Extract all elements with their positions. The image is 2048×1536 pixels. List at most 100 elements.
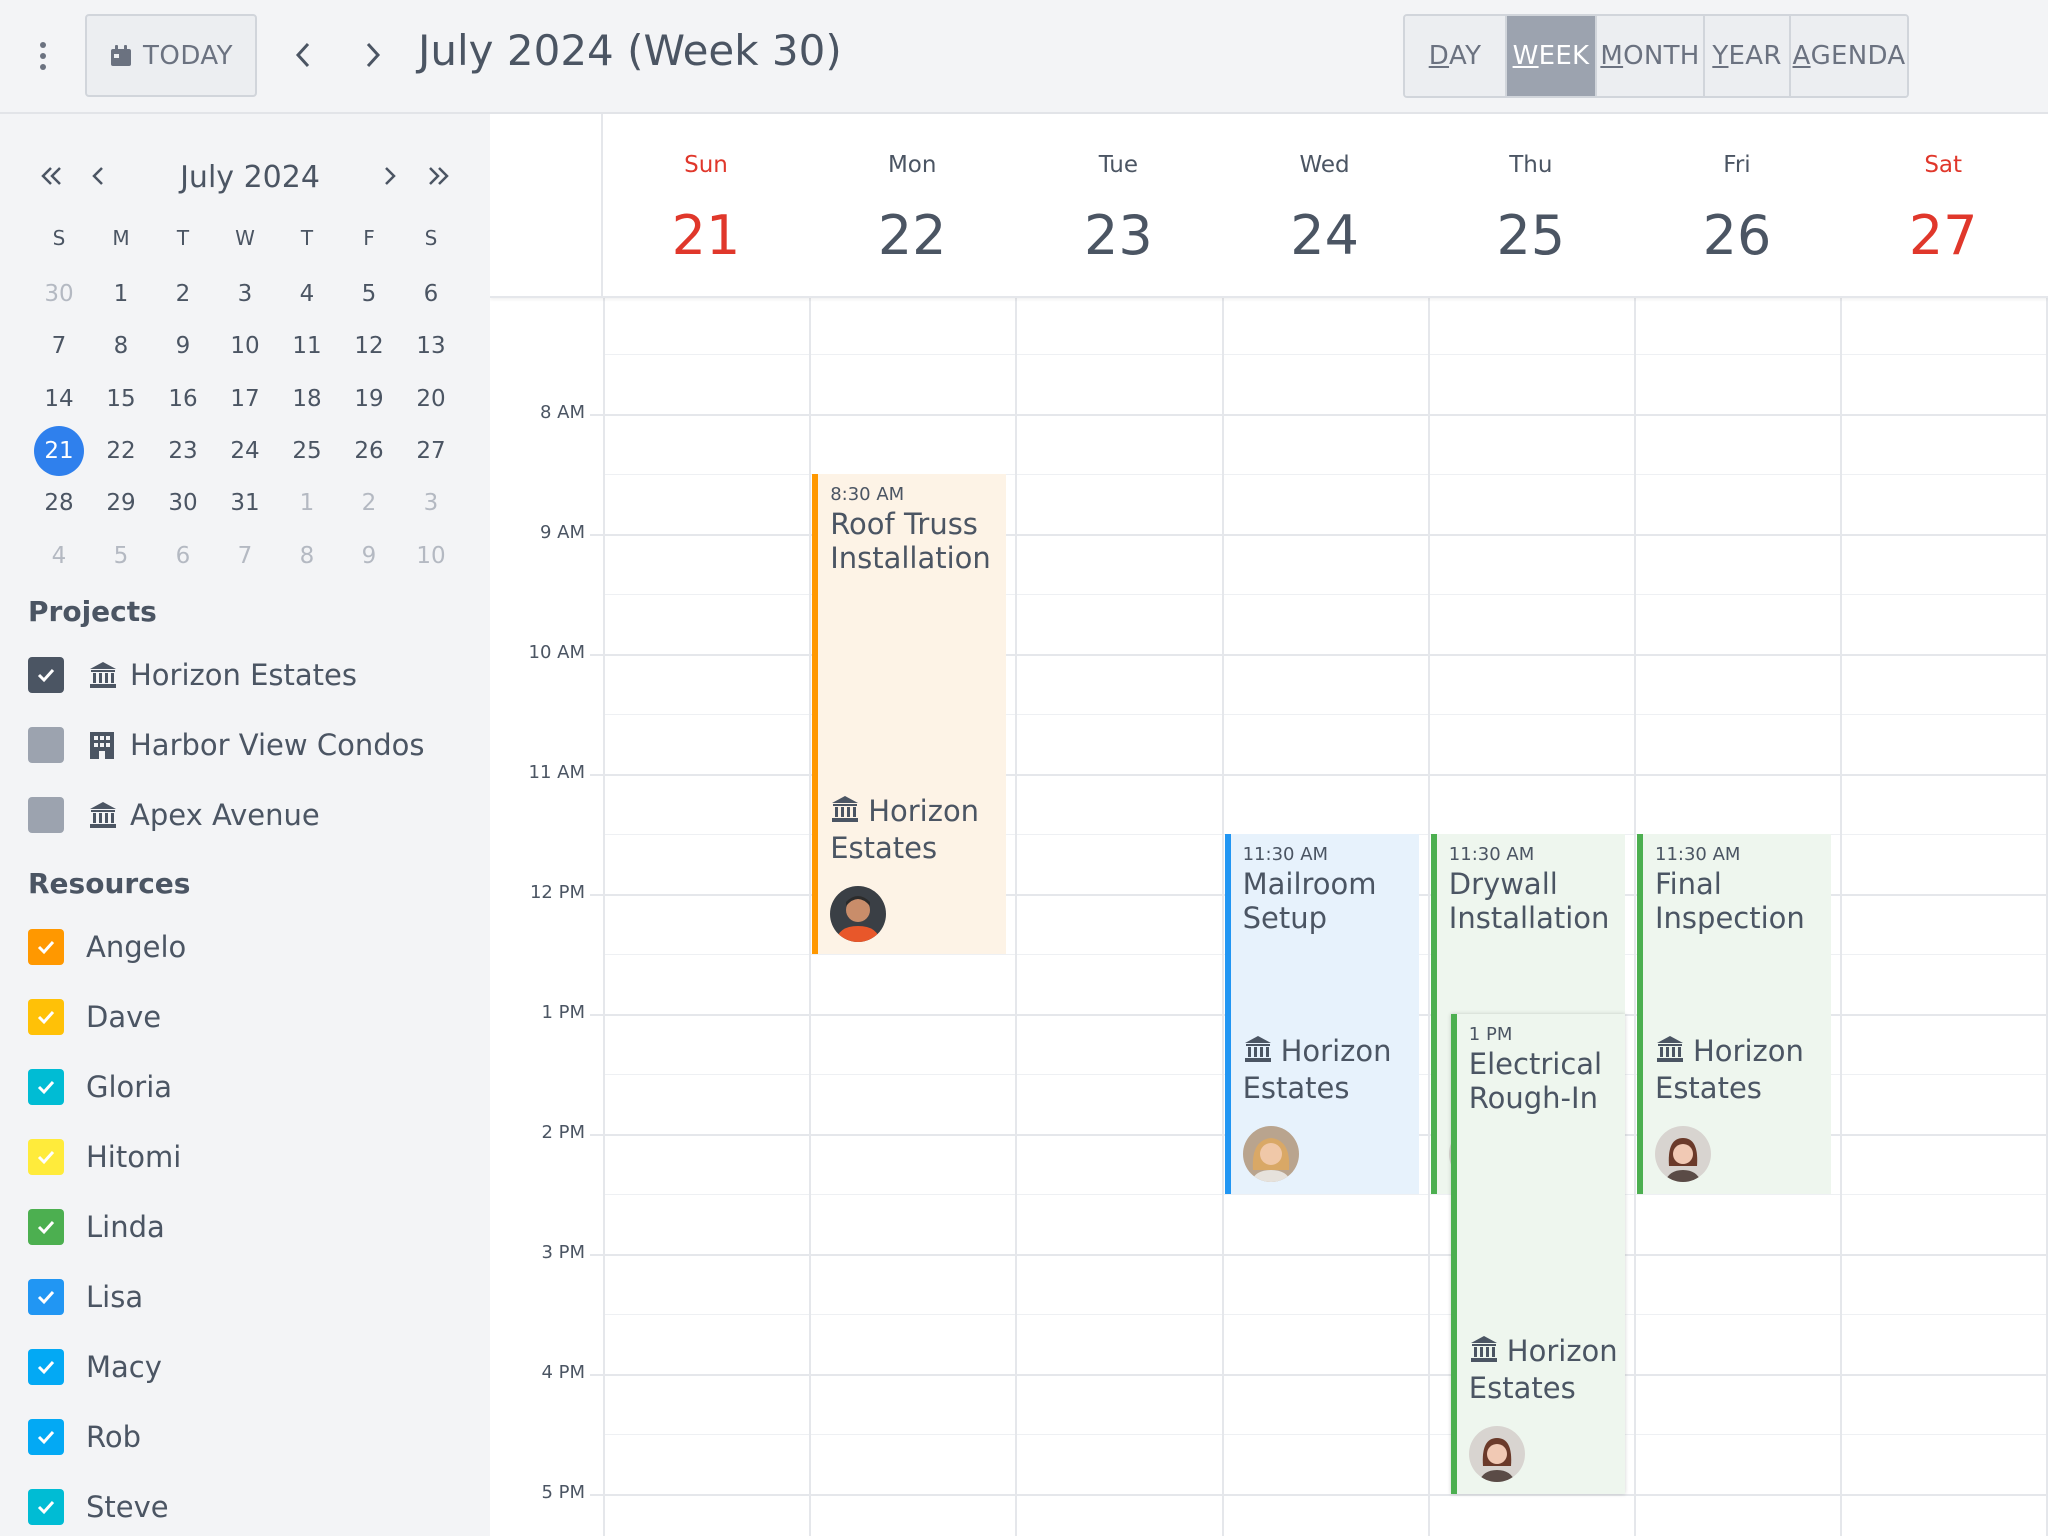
mini-day[interactable]: 10: [214, 320, 276, 372]
avatar-man: [830, 886, 887, 943]
mini-day[interactable]: 14: [28, 373, 90, 425]
resource-item[interactable]: Angelo: [28, 927, 186, 967]
mini-day[interactable]: 2: [338, 477, 400, 529]
sidebar: July 2024 SMTWTFS 30 1 2 3 4 5 6 7 8 9 10 11 12 13 14 1…: [0, 114, 490, 1536]
mini-day[interactable]: 16: [152, 373, 214, 425]
mini-day[interactable]: 8: [90, 320, 152, 372]
time-grid[interactable]: 7 AM8 AM9 AM10 AM11 AM12 PM1 PM2 PM3 PM4…: [490, 282, 2048, 1536]
mini-day[interactable]: 4: [28, 529, 90, 581]
day-header-fri[interactable]: Fri 26: [1634, 114, 1840, 298]
mini-day[interactable]: 29: [90, 477, 152, 529]
mini-day[interactable]: 6: [152, 529, 214, 581]
mini-day[interactable]: 5: [90, 529, 152, 581]
mini-day-number: 26: [354, 438, 384, 465]
mini-day[interactable]: 15: [90, 373, 152, 425]
event-time: 11:30 AM: [1242, 844, 1329, 866]
more-options-icon[interactable]: [26, 38, 60, 74]
resource-item[interactable]: Steve: [28, 1487, 169, 1527]
checkbox-checked[interactable]: [28, 657, 64, 693]
mini-day[interactable]: 5: [338, 268, 400, 320]
resource-item[interactable]: Macy: [28, 1347, 162, 1387]
mini-day[interactable]: 9: [338, 529, 400, 581]
mini-day[interactable]: 2: [152, 268, 214, 320]
mini-day[interactable]: 28: [28, 477, 90, 529]
next-week-button[interactable]: [348, 30, 398, 80]
view-year-button[interactable]: Y EAR: [1705, 16, 1791, 96]
mini-day[interactable]: 12: [338, 320, 400, 372]
event-roof-truss-installation[interactable]: 8:30 AM Roof Truss Installation Horizon Es…: [812, 474, 1007, 955]
mini-day[interactable]: 13: [400, 320, 462, 372]
project-item[interactable]: Horizon Estates: [28, 655, 357, 695]
next-year-button[interactable]: [418, 156, 458, 196]
view-week-button[interactable]: W EEK: [1507, 16, 1597, 96]
resource-item[interactable]: Linda: [28, 1207, 165, 1247]
project-item[interactable]: Harbor View Condos: [28, 725, 424, 765]
mini-day[interactable]: 3: [400, 477, 462, 529]
resource-item[interactable]: Hitomi: [28, 1137, 181, 1177]
mini-day[interactable]: 7: [28, 320, 90, 372]
mini-day[interactable]: 19: [338, 373, 400, 425]
resource-item[interactable]: Lisa: [28, 1277, 143, 1317]
mini-day[interactable]: 11: [276, 320, 338, 372]
mini-day[interactable]: 23: [152, 425, 214, 477]
mini-calendar-title: July 2024: [180, 160, 320, 195]
event-electrical-rough-in[interactable]: 1 PM Electrical Rough-In Horizon Estates: [1450, 1014, 1625, 1495]
checkbox-checked[interactable]: [28, 1209, 64, 1245]
mini-day[interactable]: 1: [276, 477, 338, 529]
project-item[interactable]: Apex Avenue: [28, 795, 320, 835]
mini-day[interactable]: 8: [276, 529, 338, 581]
view-day-button[interactable]: D AY: [1405, 16, 1507, 96]
day-header-tue[interactable]: Tue 23: [1015, 114, 1221, 298]
mini-day[interactable]: 3: [214, 268, 276, 320]
day-header-thu[interactable]: Thu 25: [1428, 114, 1634, 298]
checkbox-checked[interactable]: [28, 929, 64, 965]
event-final-inspection[interactable]: 11:30 AM Final Inspection Horizon Estates: [1637, 834, 1832, 1195]
mini-day[interactable]: 24: [214, 425, 276, 477]
day-header-sun[interactable]: Sun 21: [603, 114, 809, 298]
mini-day[interactable]: 1: [90, 268, 152, 320]
mini-day[interactable]: 27: [400, 425, 462, 477]
previous-week-button[interactable]: [278, 30, 328, 80]
day-header-wed[interactable]: Wed 24: [1222, 114, 1428, 298]
day-header-sat[interactable]: Sat 27: [1840, 114, 2046, 298]
mini-day[interactable]: 20: [400, 373, 462, 425]
checkbox-checked[interactable]: [28, 1279, 64, 1315]
checkbox-unchecked[interactable]: [28, 727, 64, 763]
checkbox-checked[interactable]: [28, 1419, 64, 1455]
checkbox-unchecked[interactable]: [28, 797, 64, 833]
view-month-button[interactable]: M ONTH: [1597, 16, 1705, 96]
day-column-line: [1221, 298, 1224, 1536]
mini-day[interactable]: 31: [214, 477, 276, 529]
checkbox-checked[interactable]: [28, 999, 64, 1035]
mini-day-selected[interactable]: 21: [28, 425, 90, 477]
previous-month-button[interactable]: [78, 156, 118, 196]
resource-item[interactable]: Rob: [28, 1417, 141, 1457]
mini-day[interactable]: 30: [152, 477, 214, 529]
day-header-mon[interactable]: Mon 22: [809, 114, 1015, 298]
checkbox-checked[interactable]: [28, 1349, 64, 1385]
resource-item[interactable]: Dave: [28, 997, 161, 1037]
mini-day[interactable]: 9: [152, 320, 214, 372]
mini-day-number: 14: [44, 385, 74, 412]
checkbox-checked[interactable]: [28, 1139, 64, 1175]
checkbox-checked[interactable]: [28, 1489, 64, 1525]
mini-day[interactable]: 18: [276, 373, 338, 425]
event-mailroom-setup[interactable]: 11:30 AM Mailroom Setup Horizon Estates: [1224, 834, 1419, 1195]
next-month-button[interactable]: [370, 156, 410, 196]
mini-day[interactable]: 6: [400, 268, 462, 320]
mini-day[interactable]: 22: [90, 425, 152, 477]
today-button[interactable]: TODAY: [85, 14, 257, 97]
mini-day-number: 1: [299, 490, 315, 517]
mini-day[interactable]: 7: [214, 529, 276, 581]
mini-day[interactable]: 26: [338, 425, 400, 477]
mini-day[interactable]: 30: [28, 268, 90, 320]
mini-day[interactable]: 25: [276, 425, 338, 477]
view-agenda-button[interactable]: A GENDA: [1791, 16, 1907, 96]
resource-item[interactable]: Gloria: [28, 1067, 172, 1107]
mini-day[interactable]: 17: [214, 373, 276, 425]
mini-day[interactable]: 4: [276, 268, 338, 320]
view-label-rest: GENDA: [1810, 41, 1906, 71]
previous-year-button[interactable]: [32, 156, 72, 196]
checkbox-checked[interactable]: [28, 1069, 64, 1105]
mini-day[interactable]: 10: [400, 529, 462, 581]
